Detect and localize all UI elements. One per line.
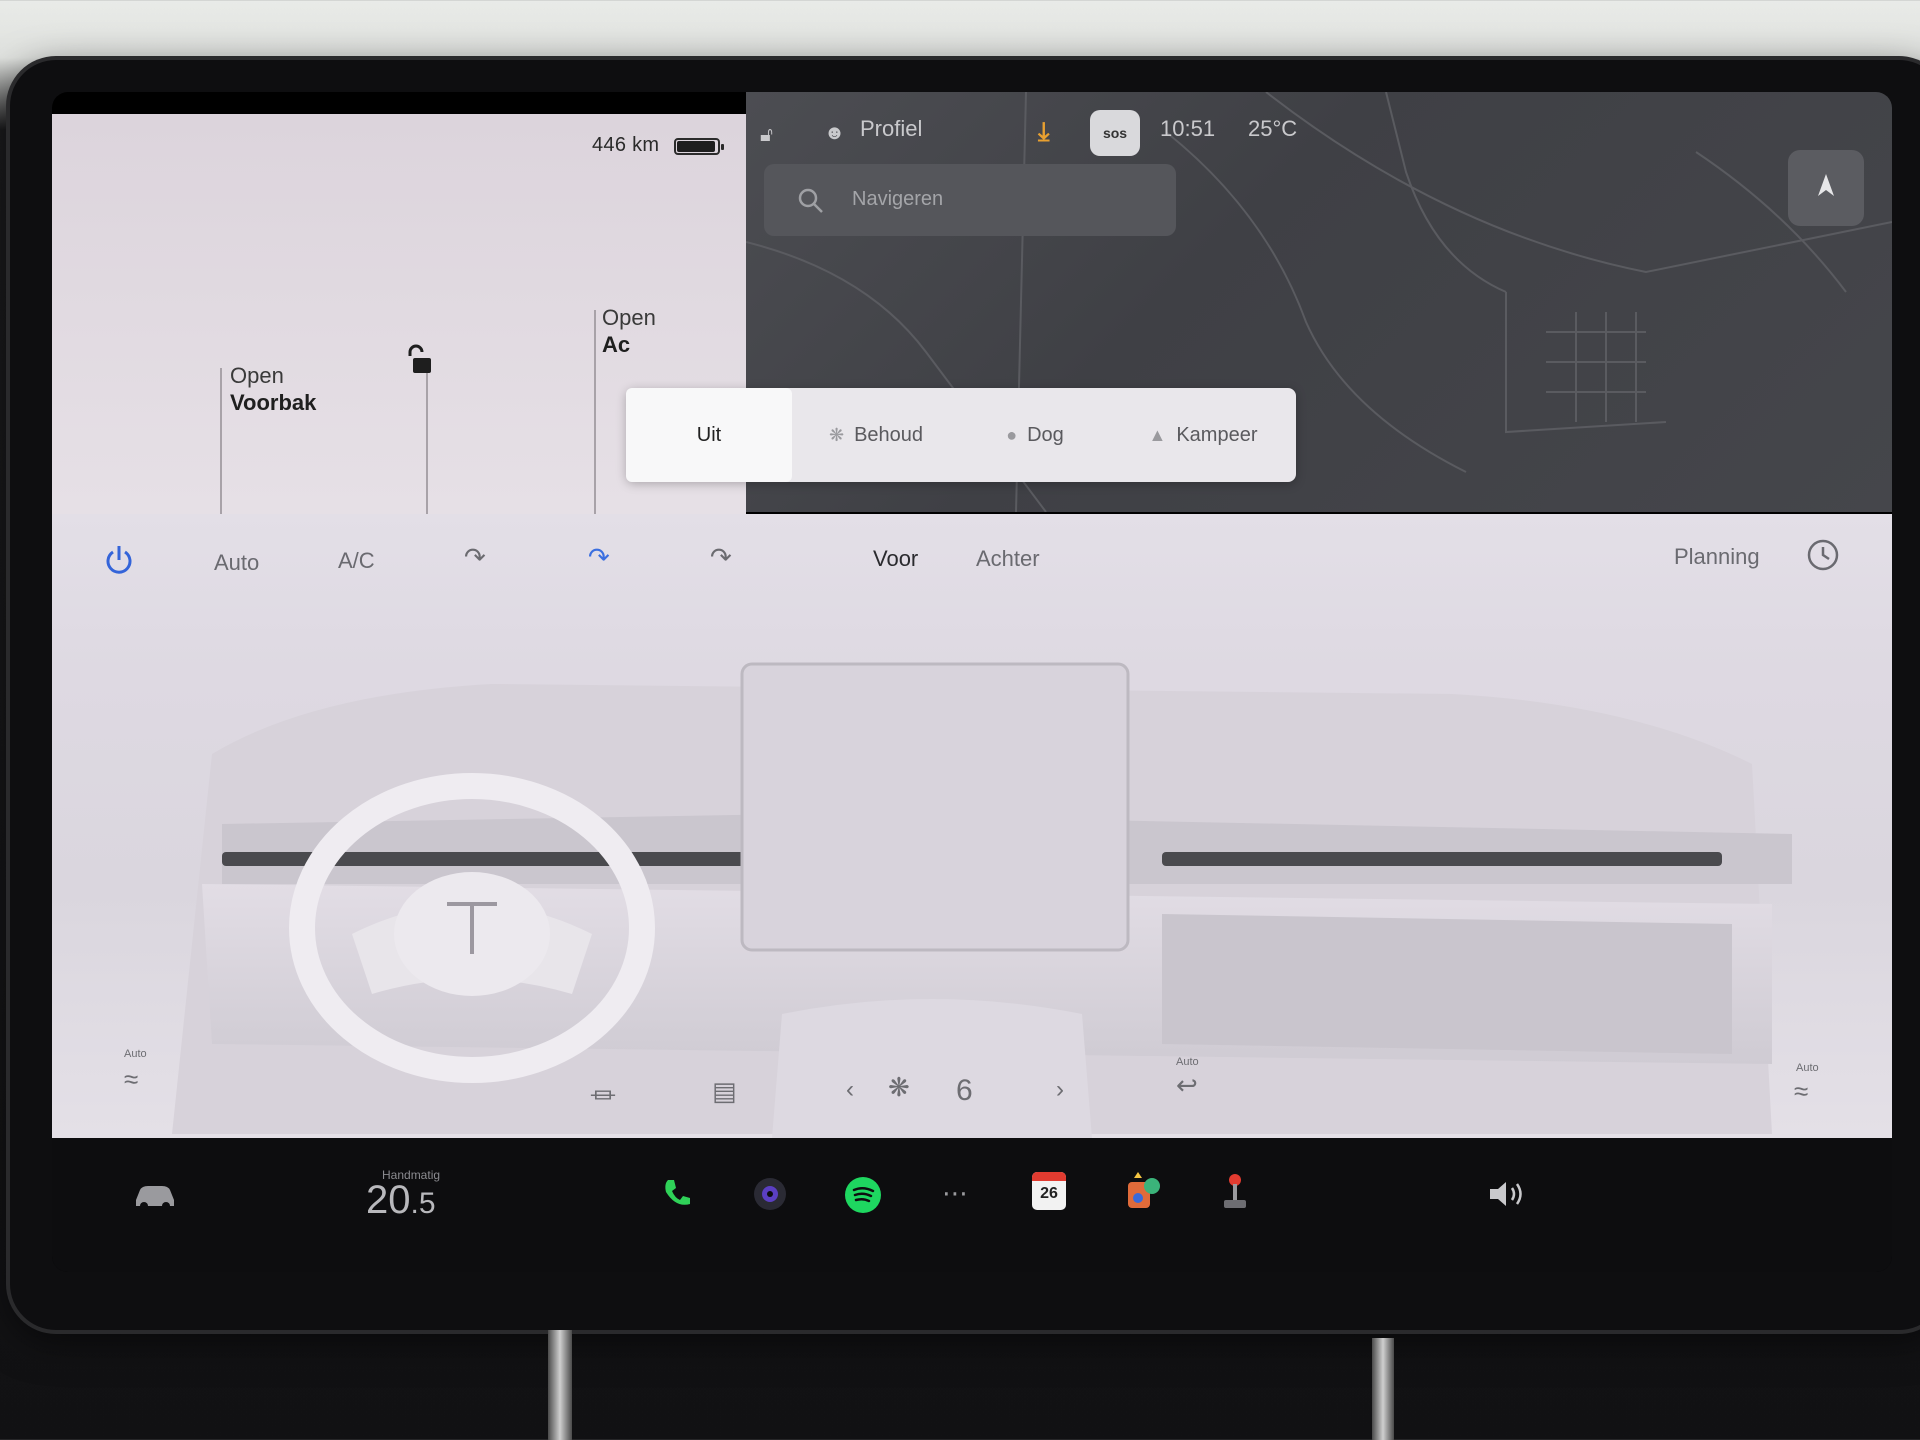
open-frunk-button[interactable]: Open Voorbak (230, 362, 316, 416)
calendar-day: 26 (1040, 1185, 1058, 1202)
tab-rear[interactable]: Achter (976, 546, 1040, 572)
mode-dog-label: Dog (1027, 424, 1064, 446)
frunk-open-text: Open (230, 363, 284, 388)
seat-heater-left-icon[interactable]: ≈ (124, 1064, 138, 1095)
download-icon[interactable]: ⤓ (1038, 116, 1050, 148)
open-trunk-button[interactable]: Open Ac (602, 304, 656, 358)
range-readout: 446 km (592, 134, 660, 156)
search-placeholder: Navigeren (852, 188, 944, 210)
clock-icon[interactable] (1806, 538, 1840, 572)
trunk-outline (594, 310, 596, 514)
mode-camp-button[interactable]: ▲ Kampeer (1110, 388, 1296, 482)
recirc-auto-label: Auto (1176, 1056, 1199, 1068)
outside-temperature: 25°C (1248, 116, 1298, 141)
airflow-face-feet-icon[interactable]: ↷ (588, 542, 610, 573)
map-orientation-button[interactable] (1788, 150, 1864, 226)
mode-dog-button[interactable]: ● Dog (960, 388, 1110, 482)
frunk-name: Voorbak (230, 390, 317, 415)
touchscreen: 🔓︎ ☻ Profiel ⤓ sos 10:51 25°C Navigeren … (52, 92, 1892, 1272)
airflow-face-icon[interactable]: ↷ (464, 542, 486, 573)
mode-off-button[interactable]: Uit (626, 388, 792, 482)
front-defrost-icon[interactable]: ⏛ (590, 1076, 616, 1113)
airflow-feet-icon[interactable]: ↷ (710, 542, 732, 573)
seat-heater-right-icon[interactable]: ≈ (1794, 1076, 1808, 1107)
stand-right (1372, 1338, 1394, 1440)
battery-icon (674, 138, 724, 155)
arcade-joystick-icon[interactable] (1218, 1172, 1252, 1214)
taskbar: Handmatig 20.5 ⋯ 26 (52, 1138, 1892, 1272)
stand-left (548, 1330, 572, 1440)
fan-increase-button[interactable]: › (1056, 1076, 1064, 1104)
clock: 10:51 (1160, 116, 1216, 141)
profile-button[interactable]: Profiel (860, 116, 922, 142)
mode-keep-button[interactable]: ❋ Behoud (792, 388, 960, 482)
fan-decrease-button[interactable]: ‹ (846, 1076, 854, 1104)
mode-keep-label: Behoud (854, 424, 924, 446)
cabin-temperature[interactable]: 20.5 (366, 1178, 436, 1223)
frunk-outline (220, 368, 222, 514)
toybox-icon[interactable] (1124, 1172, 1164, 1212)
sos-button[interactable]: sos (1090, 110, 1140, 156)
phone-icon[interactable] (660, 1176, 694, 1210)
climate-panel: Auto A/C ↷ ↷ ↷ Voor Achter Planning Auto… (52, 514, 1892, 1138)
planning-button[interactable]: Planning (1674, 544, 1760, 570)
temp-whole: 20 (366, 1178, 411, 1222)
seat-right-auto-label: Auto (1796, 1062, 1819, 1074)
car-outline (426, 360, 428, 514)
fan-speed-icon: ❋ (888, 1072, 910, 1102)
tent-icon: ▲ (1148, 425, 1167, 445)
cabin-illustration (172, 662, 1792, 1138)
calendar-icon[interactable]: 26 (1032, 1172, 1066, 1210)
mode-camp-label: Kampeer (1176, 424, 1258, 446)
keep-climate-mode-selector: Uit ❋ Behoud ● Dog ▲ Kampeer (626, 388, 1296, 482)
trunk-open-text: Open (602, 305, 656, 330)
climate-auto-button[interactable]: Auto (214, 550, 259, 576)
tab-front[interactable]: Voor (873, 546, 918, 572)
navigate-search-box[interactable]: Navigeren (764, 164, 1176, 236)
climate-power-button[interactable] (104, 544, 134, 576)
mode-off-label: Uit (696, 424, 722, 446)
camera-icon[interactable] (752, 1176, 788, 1212)
search-icon (798, 188, 823, 213)
spotify-icon[interactable] (844, 1176, 882, 1214)
trunk-name: Ac (602, 332, 631, 357)
paw-icon: ● (1006, 425, 1018, 445)
car-icon[interactable] (132, 1178, 178, 1210)
lock-icon[interactable]: 🔓︎ (760, 124, 773, 147)
temp-decimal: .5 (410, 1187, 436, 1220)
profile-icon: ☻ (824, 122, 846, 144)
seat-left-auto-label: Auto (124, 1048, 147, 1060)
rear-defrost-icon[interactable]: ▤ (712, 1076, 737, 1107)
ac-button[interactable]: A/C (338, 548, 375, 574)
navigation-arrow-icon (1818, 174, 1834, 196)
unlock-icon[interactable] (404, 344, 434, 376)
recirculation-icon[interactable]: ↩ (1176, 1070, 1198, 1101)
fan-speed-value: 6 (956, 1074, 973, 1107)
volume-icon[interactable] (1486, 1178, 1528, 1210)
fan-icon: ❋ (828, 425, 845, 445)
more-apps-icon[interactable]: ⋯ (942, 1178, 968, 1209)
